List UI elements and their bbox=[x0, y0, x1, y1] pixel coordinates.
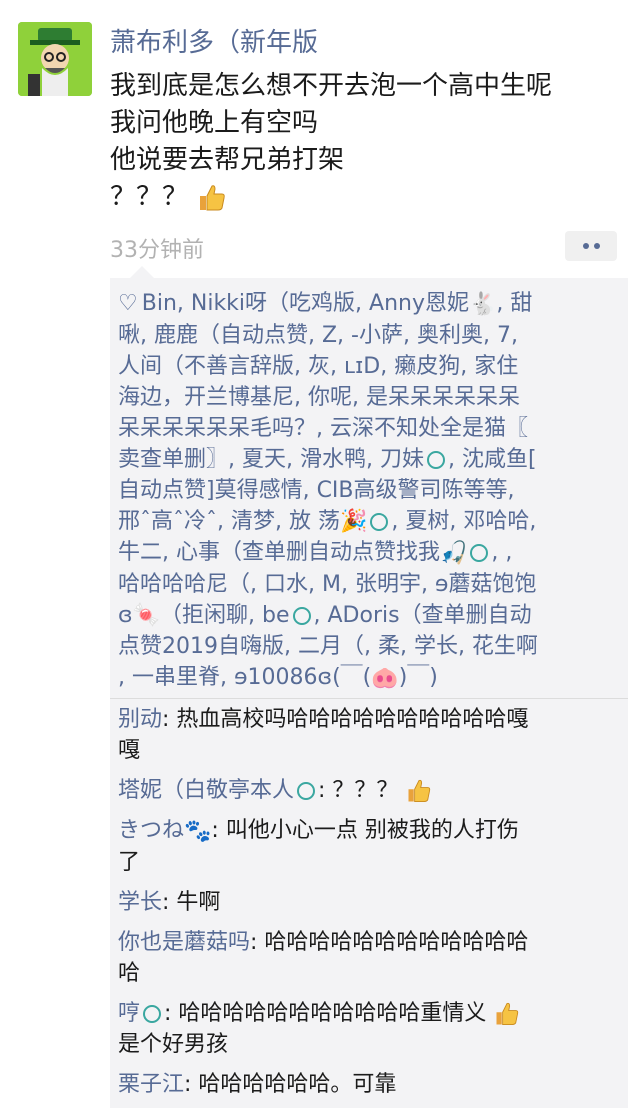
olive-icon bbox=[143, 1004, 162, 1023]
likes-line: 邢ˆ高ˆ冷ˆ, 清梦, 放 荡🎉 , 夏树, 邓哈哈, bbox=[118, 506, 618, 538]
comment-text: : ？？？ bbox=[318, 778, 399, 803]
comment-text: 哈 bbox=[118, 960, 141, 986]
olive-icon bbox=[470, 544, 489, 562]
thumbs-up-icon bbox=[200, 184, 226, 210]
likes-line: ♡ Bin, Nikki呀（吃鸡版, Anny恩妮🐇, 甜 bbox=[118, 288, 618, 320]
likes-line: 卖查单删〗, 夏天, 滑水鸭, 刀妹 , 沈咸鱼[ bbox=[118, 444, 618, 475]
comment-text: : 叫他小心一点 别被我的人打伤 bbox=[211, 818, 519, 843]
post-timestamp: 33分钟前 bbox=[110, 238, 204, 263]
post-line: ？？？ bbox=[110, 179, 630, 216]
likes-line: 牛二, 心事（查单删自动点赞找我🎣 , , bbox=[118, 537, 618, 569]
olive-icon bbox=[292, 606, 311, 625]
comment-text: 是个好男孩 bbox=[118, 1031, 229, 1057]
heart-icon: ♡ bbox=[118, 291, 138, 316]
likes-line[interactable]: 人间（不善言辞版, 灰, ʟɪD, 癞皮狗, 家住 bbox=[118, 351, 618, 382]
dot-icon bbox=[582, 243, 589, 249]
likes-line[interactable]: 自动点赞]莫得感情, CIB高级警司陈等等, bbox=[118, 475, 618, 506]
likes-text[interactable]: , 一串里脊, ɘ10086ɞ(￣( bbox=[118, 665, 371, 690]
party-hat-icon: 🎉 bbox=[339, 509, 368, 534]
comment-text: 了 bbox=[118, 849, 141, 875]
avatar[interactable] bbox=[18, 22, 92, 96]
likes-line[interactable]: 海边，开兰博基尼, 你呢, 是呆呆呆呆呆呆 bbox=[118, 382, 618, 413]
likes-line: ɞ🍬（拒闲聊, be , ADoris（查单删自动 bbox=[118, 600, 618, 632]
likes-line[interactable]: 啾, 鹿鹿（自动点赞, Z, -小萨, 奥利奥, 7, bbox=[118, 320, 618, 351]
comment-text: : 哈哈哈哈哈哈哈哈哈哈哈重情义 bbox=[164, 1000, 487, 1026]
panel-arrow bbox=[130, 266, 154, 278]
likes-line[interactable]: 呆呆呆呆呆呆毛吗？, 云深不知处全是猫〖 bbox=[118, 413, 618, 444]
olive-icon bbox=[426, 450, 445, 469]
likes-text[interactable]: , 沈咸鱼[ bbox=[448, 447, 537, 472]
cartoon-man-icon bbox=[18, 22, 92, 96]
thumbs-up-icon bbox=[408, 779, 431, 802]
likes-text[interactable]: 邢ˆ高ˆ冷ˆ, 清梦, 放 荡 bbox=[118, 509, 340, 534]
comment-text: 嘎 bbox=[118, 738, 141, 763]
author-name[interactable]: 萧布利多（新年版 bbox=[110, 22, 318, 59]
likes-text[interactable]: , 夏树, 邓哈哈, bbox=[391, 509, 536, 534]
comments-list: 别动: 热血高校吗哈哈哈哈哈哈哈哈哈哈嘎 嘎 塔妮（白敬亭本人 : ？？？ きつね… bbox=[118, 704, 618, 1109]
likes-text[interactable]: , , bbox=[491, 540, 512, 565]
likes-text[interactable]: )￣) bbox=[399, 665, 438, 690]
likes-list: ♡ Bin, Nikki呀（吃鸡版, Anny恩妮🐇, 甜 啾, 鹿鹿（自动点赞,… bbox=[118, 288, 618, 694]
pig-nose-icon: 🐽 bbox=[371, 665, 399, 691]
comment-text: : 牛啊 bbox=[162, 889, 221, 915]
likes-text[interactable]: 卖查单删〗, 夏天, 滑水鸭, 刀妹 bbox=[118, 447, 424, 472]
comment-item[interactable]: 塔妮（白敬亭本人 : ？？？ bbox=[118, 775, 618, 806]
post-content: 我到底是怎么想不开去泡一个高中生呢 我问他晚上有空吗 他说要去帮兄弟打架 ？？？ bbox=[110, 68, 630, 216]
likes-text[interactable]: ɞ bbox=[118, 603, 133, 628]
comment-item[interactable]: 哼 : 哈哈哈哈哈哈哈哈哈哈哈重情义 是个好男孩 bbox=[118, 998, 618, 1060]
candy-icon: 🍬 bbox=[132, 603, 161, 628]
comment-author[interactable]: 别动 bbox=[118, 707, 162, 732]
post-line: 我到底是怎么想不开去泡一个高中生呢 bbox=[110, 71, 553, 101]
fishing-icon: 🎣 bbox=[440, 540, 468, 566]
comment-item[interactable]: 你也是蘑菇吗: 哈哈哈哈哈哈哈哈哈哈哈哈 哈 bbox=[118, 927, 618, 989]
comment-item[interactable]: 别动: 热血高校吗哈哈哈哈哈哈哈哈哈哈嘎 嘎 bbox=[118, 704, 618, 766]
comment-text: : 哈哈哈哈哈哈哈哈哈哈哈哈 bbox=[250, 929, 529, 955]
thumbs-up-icon bbox=[496, 1002, 519, 1025]
comment-item[interactable]: 栗子江: 哈哈哈哈哈哈。可靠 bbox=[118, 1069, 618, 1100]
olive-icon bbox=[297, 782, 316, 800]
comment-author[interactable]: 塔妮（白敬亭本人 bbox=[118, 778, 294, 803]
likes-text[interactable]: , ADoris（查单删自动 bbox=[314, 603, 532, 628]
post-line-text: ？？？ bbox=[110, 182, 189, 212]
dot-icon bbox=[593, 243, 600, 249]
paw-prints-icon: 🐾 bbox=[184, 818, 212, 844]
likes-text[interactable]: Bin, Nikki呀（吃鸡版, Anny恩妮 bbox=[142, 291, 469, 316]
likes-text[interactable]: 牛二, 心事（查单删自动点赞找我 bbox=[118, 540, 440, 565]
post-line: 我问他晚上有空吗 bbox=[110, 108, 319, 138]
likes-text[interactable]: （拒闲聊, be bbox=[160, 603, 290, 628]
post-line: 他说要去帮兄弟打架 bbox=[110, 145, 345, 175]
comment-item[interactable]: きつね🐾: 叫他小心一点 别被我的人打伤 了 bbox=[118, 815, 618, 878]
comment-item[interactable]: 学长: 牛啊 bbox=[118, 887, 618, 918]
rabbit-icon: 🐇 bbox=[468, 291, 497, 317]
likes-line: , 一串里脊, ɘ10086ɞ(￣(🐽)￣) bbox=[118, 662, 618, 694]
more-actions-button[interactable] bbox=[565, 231, 617, 261]
comment-author[interactable]: きつね bbox=[118, 818, 184, 843]
olive-icon bbox=[370, 512, 389, 531]
divider bbox=[110, 698, 628, 699]
likes-text[interactable]: , 甜 bbox=[496, 291, 532, 316]
comment-author[interactable]: 栗子江 bbox=[118, 1072, 184, 1097]
likes-line[interactable]: 点赞2019自嗨版, 二月（, 柔, 学长, 花生啊 bbox=[118, 631, 618, 662]
comment-text: : 哈哈哈哈哈哈。可靠 bbox=[184, 1071, 397, 1097]
comment-author[interactable]: 学长 bbox=[118, 890, 162, 915]
comment-author[interactable]: 你也是蘑菇吗 bbox=[118, 930, 250, 955]
comment-text: : 热血高校吗哈哈哈哈哈哈哈哈哈哈嘎 bbox=[162, 707, 529, 732]
comment-author[interactable]: 哼 bbox=[118, 1001, 140, 1026]
likes-line[interactable]: 哈哈哈哈尼（, 口水, M, 张明宇, ɘ蘑菇饱饱 bbox=[118, 569, 618, 600]
